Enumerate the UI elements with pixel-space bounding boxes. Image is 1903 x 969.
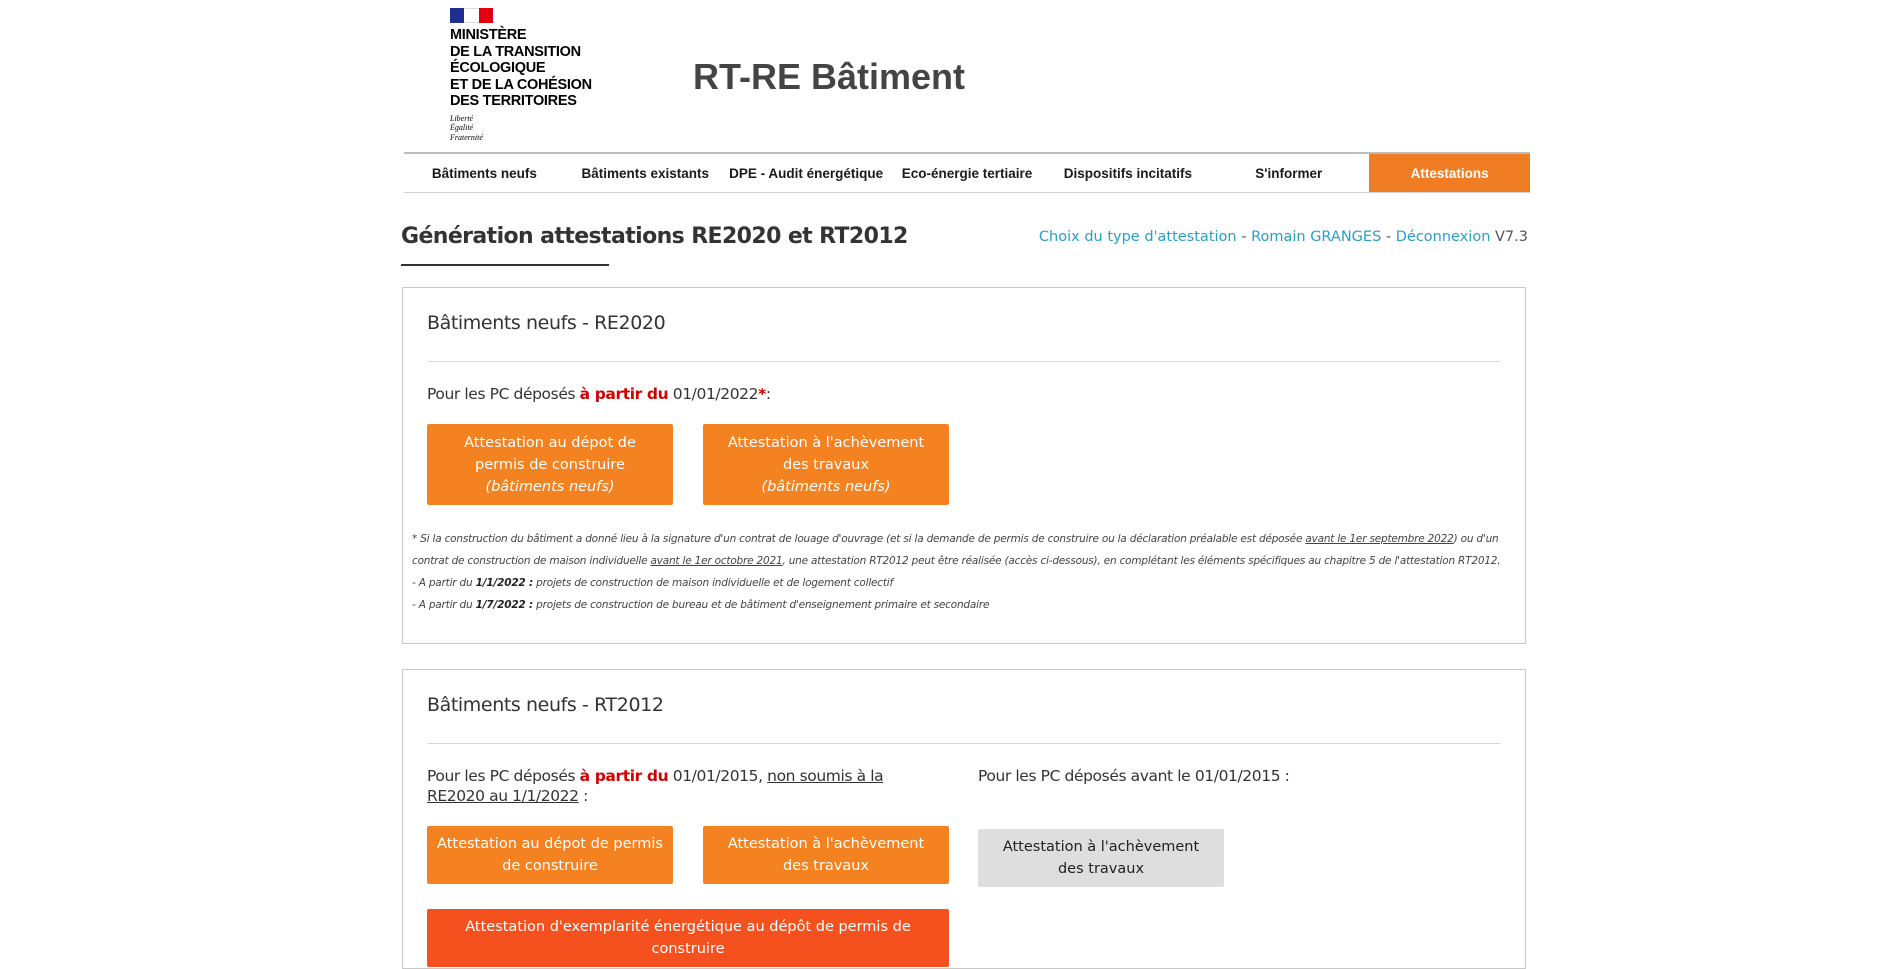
french-flag-icon (450, 8, 493, 23)
divider (427, 361, 1501, 362)
rt2012-exemplarite-button[interactable]: Attestation d'exemplarité énergétique au… (427, 909, 949, 967)
title-underline (401, 264, 609, 266)
button-label: Attestation à l'achèvement des travaux (… (727, 434, 925, 495)
nav-item-batiments-existants[interactable]: Bâtiments existants (565, 154, 726, 192)
re2020-achevement-travaux-button[interactable]: Attestation à l'achèvement des travaux (… (703, 424, 949, 505)
footnote-date-1: - A partir du 1/1/2022 : projets de cons… (412, 577, 894, 589)
footnote-date-2: - A partir du 1/7/2022 : projets de cons… (412, 599, 990, 611)
site-header: MINISTÈRE DE LA TRANSITION ÉCOLOGIQUE ET… (0, 0, 1903, 150)
nav-item-s-informer[interactable]: S'informer (1208, 154, 1369, 192)
footnote-contract: * Si la construction du bâtiment a donné… (412, 533, 1501, 567)
ministry-name: MINISTÈRE DE LA TRANSITION ÉCOLOGIQUE ET… (450, 27, 592, 109)
panel-heading-rt2012: Bâtiments neufs - RT2012 (427, 694, 664, 716)
nav-item-dpe-audit[interactable]: DPE - Audit énergétique (726, 154, 887, 192)
separator: - (1236, 229, 1252, 245)
page-title: Génération attestations RE2020 et RT2012 (401, 224, 908, 249)
rt2012-depot-permis-button[interactable]: Attestation au dépot de permis de constr… (427, 826, 673, 884)
divider (427, 743, 1501, 744)
main-nav: Bâtiments neufs Bâtiments existants DPE … (404, 152, 1531, 193)
re2020-depot-permis-button[interactable]: Attestation au dépot de permis de constr… (427, 424, 673, 505)
republic-motto: Liberté Égalité Fraternité (450, 113, 483, 142)
nav-item-eco-energie-tertiaire[interactable]: Eco-énergie tertiaire (887, 154, 1048, 192)
panel-heading-re2020: Bâtiments neufs - RE2020 (427, 312, 666, 334)
user-links: Choix du type d'attestation - Romain GRA… (1039, 229, 1528, 245)
re2020-intro: Pour les PC déposés à partir du 01/01/20… (427, 385, 771, 403)
rt2012-achevement-avant-2015-button[interactable]: Attestation à l'achèvement des travaux (978, 829, 1224, 887)
version-label: V7.3 (1490, 229, 1528, 245)
nav-item-dispositifs-incitatifs[interactable]: Dispositifs incitatifs (1047, 154, 1208, 192)
nav-item-attestations[interactable]: Attestations (1369, 154, 1531, 192)
rt2012-intro-before-2015: Pour les PC déposés avant le 01/01/2015 … (978, 767, 1290, 785)
ministry-logo[interactable]: MINISTÈRE DE LA TRANSITION ÉCOLOGIQUE ET… (450, 8, 592, 142)
user-name-link[interactable]: Romain GRANGES (1251, 229, 1381, 245)
panel-re2020: Bâtiments neufs - RE2020 Pour les PC dép… (402, 287, 1526, 644)
choose-attestation-type-link[interactable]: Choix du type d'attestation (1039, 229, 1237, 245)
panel-rt2012: Bâtiments neufs - RT2012 Pour les PC dép… (402, 669, 1526, 969)
site-title: RT-RE Bâtiment (693, 56, 966, 97)
separator: - (1381, 229, 1396, 245)
rt2012-intro-after-2015: Pour les PC déposés à partir du 01/01/20… (427, 767, 884, 805)
rt2012-achevement-travaux-button[interactable]: Attestation à l'achèvement des travaux (703, 826, 949, 884)
nav-item-batiments-neufs[interactable]: Bâtiments neufs (404, 154, 565, 192)
button-label: Attestation au dépot de permis de constr… (464, 434, 636, 495)
logout-link[interactable]: Déconnexion (1396, 229, 1491, 245)
re2020-footnotes: * Si la construction du bâtiment a donné… (412, 528, 1517, 616)
